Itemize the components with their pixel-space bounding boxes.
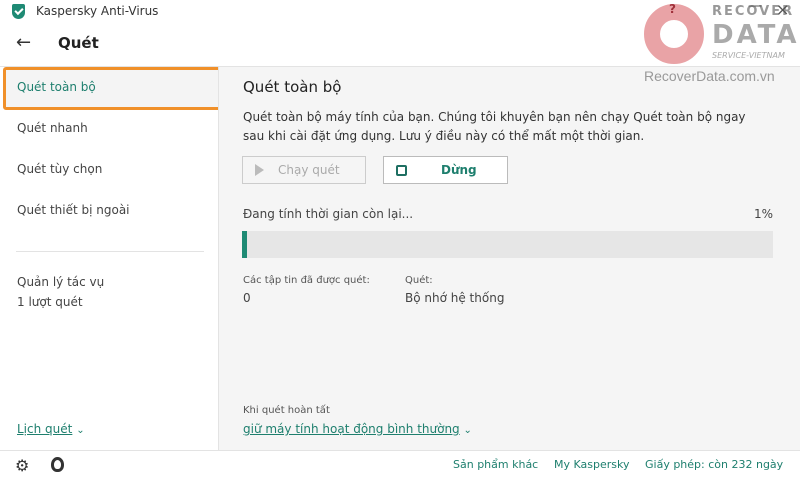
sidebar-item-external-scan[interactable]: Quét thiết bị ngoài xyxy=(17,203,130,217)
my-kaspersky-link[interactable]: My Kaspersky xyxy=(554,458,629,471)
scan-schedule-link[interactable]: Lịch quét ⌄ xyxy=(17,422,85,436)
close-button[interactable]: × xyxy=(776,0,789,19)
app-title: Kaspersky Anti-Virus xyxy=(36,4,159,18)
help-button[interactable]: ? xyxy=(669,2,676,16)
watermark-url: RecoverData.com.vn xyxy=(644,68,775,84)
divider xyxy=(16,251,204,252)
section-description: Quét toàn bộ máy tính của bạn. Chúng tôi… xyxy=(243,110,746,143)
settings-gear-icon[interactable]: ⚙ xyxy=(15,456,29,475)
progress-percent: 1% xyxy=(754,207,774,221)
on-complete-value: giữ máy tính hoạt động bình thường xyxy=(243,422,460,436)
watermark-text: SERVICE-VIETNAM xyxy=(712,51,785,60)
chevron-down-icon: ⌄ xyxy=(76,425,85,436)
support-icon[interactable] xyxy=(51,457,64,472)
task-count: 1 lượt quét xyxy=(17,295,83,309)
progress-bar xyxy=(242,231,773,258)
scanning-label: Quét: xyxy=(405,275,433,286)
kaspersky-shield-icon xyxy=(12,4,25,19)
other-products-link[interactable]: Sản phẩm khác xyxy=(453,458,538,471)
minimize-button[interactable]: — xyxy=(748,0,762,14)
section-title: Quét toàn bộ xyxy=(243,78,342,96)
license-link[interactable]: Giấy phép: còn 232 ngày xyxy=(645,458,783,471)
on-complete-dropdown[interactable]: giữ máy tính hoạt động bình thường ⌄ xyxy=(243,422,472,436)
sidebar-item-label: Quét toàn bộ xyxy=(17,80,96,94)
play-icon xyxy=(255,164,264,176)
files-scanned-label: Các tập tin đã được quét: xyxy=(243,275,370,286)
recoverdata-watermark-logo: ? RECOVER DATA SERVICE-VIETNAM RecoverDa… xyxy=(640,0,800,90)
task-manager-link[interactable]: Quản lý tác vụ xyxy=(17,275,104,289)
stop-label: Dừng xyxy=(441,163,477,177)
scan-schedule-label: Lịch quét xyxy=(17,422,73,436)
progress-fill xyxy=(242,231,248,258)
sidebar-item-custom-scan[interactable]: Quét tùy chọn xyxy=(17,162,102,176)
watermark-text: DATA xyxy=(712,20,800,50)
on-complete-label: Khi quét hoàn tất xyxy=(243,405,330,416)
stop-icon xyxy=(396,164,407,176)
sidebar-item-quick-scan[interactable]: Quét nhanh xyxy=(17,121,88,135)
scanning-target: Bộ nhớ hệ thống xyxy=(405,291,505,305)
run-scan-button[interactable]: Chạy quét xyxy=(242,156,366,184)
run-scan-label: Chạy quét xyxy=(278,163,340,177)
chevron-down-icon: ⌄ xyxy=(463,425,472,436)
back-button[interactable]: ← xyxy=(16,32,31,53)
page-title: Quét xyxy=(58,34,99,52)
files-scanned-value: 0 xyxy=(243,291,251,305)
progress-status: Đang tính thời gian còn lại... xyxy=(243,207,414,221)
stop-button[interactable]: Dừng xyxy=(383,156,508,184)
